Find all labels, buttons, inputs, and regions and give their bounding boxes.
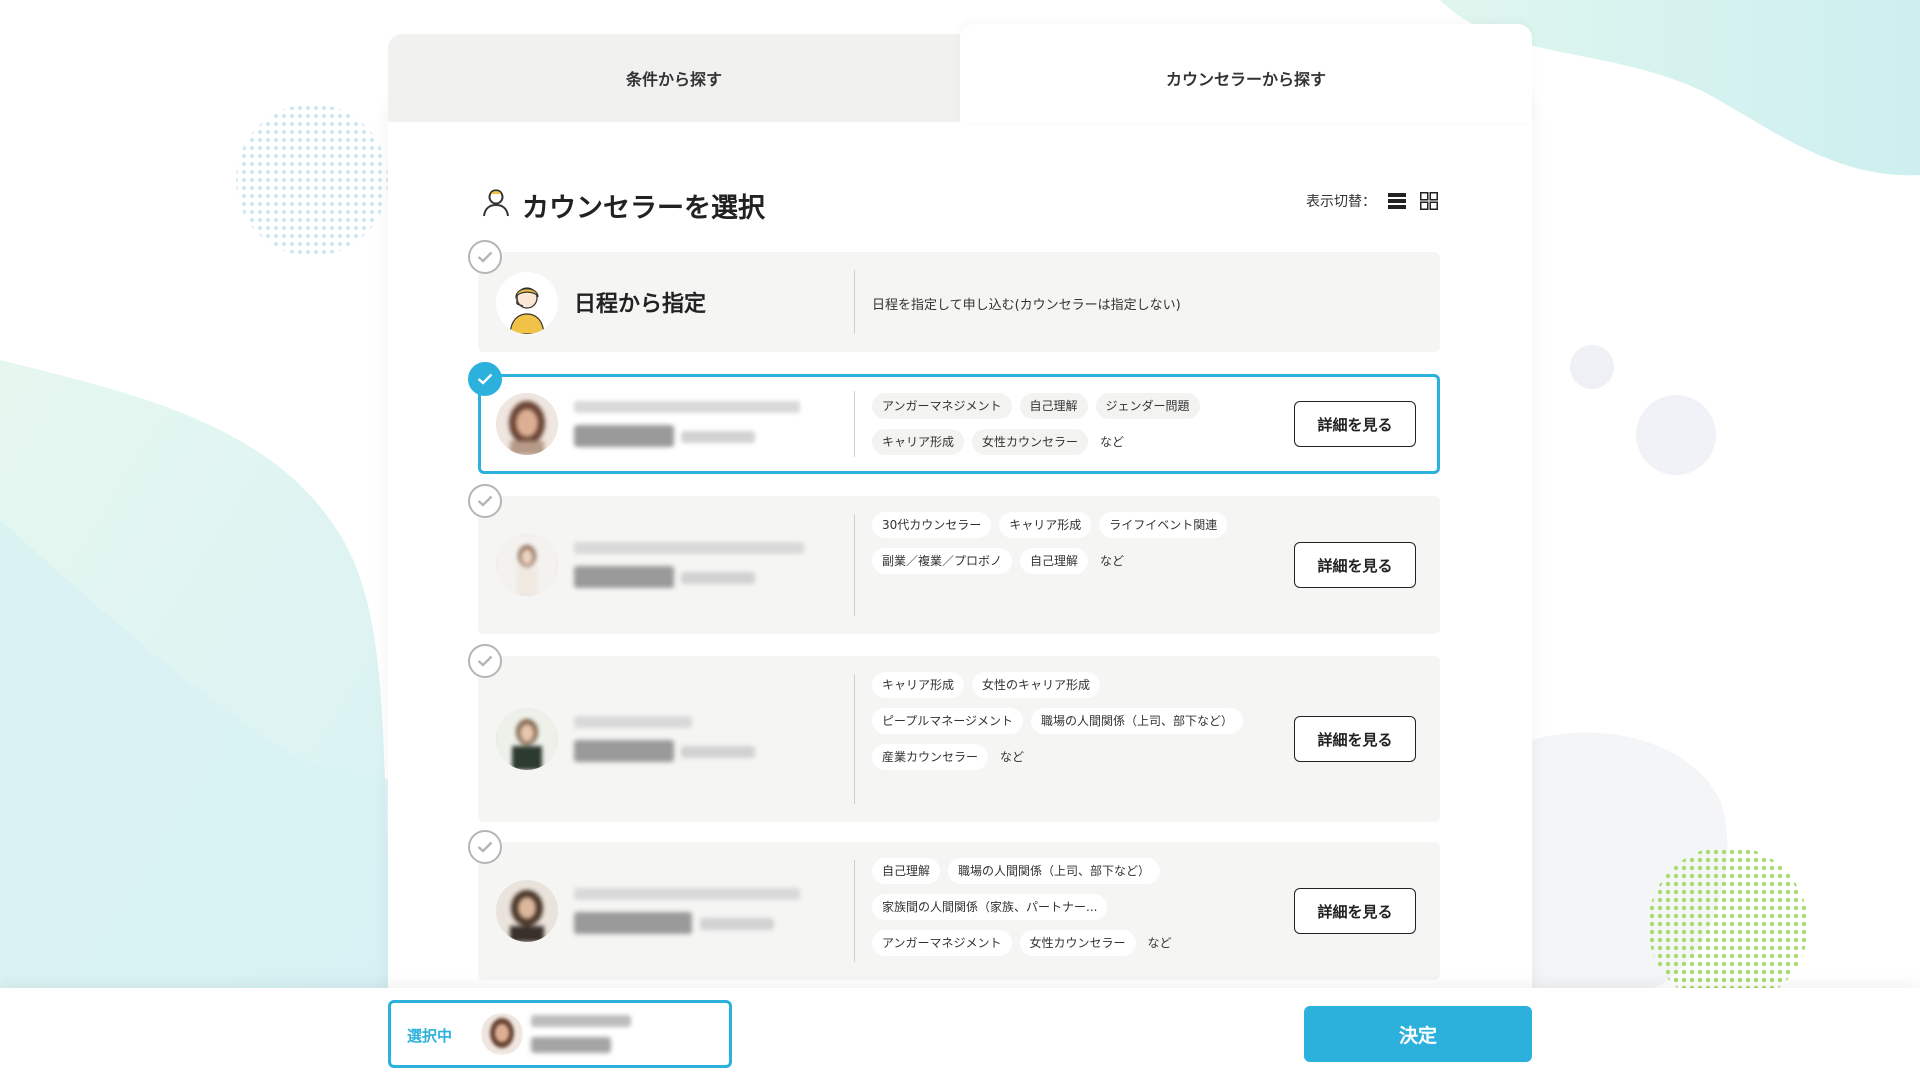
confirm-button[interactable]: 決定 — [1304, 1006, 1532, 1062]
counselor-subtitle-redacted — [574, 888, 800, 900]
counselor-card[interactable]: 30代カウンセラー キャリア形成 ライフイベント関連 副業／複業／プロボノ 自己… — [468, 484, 1440, 634]
tag-list: 自己理解 職場の人間関係（上司、部下など） 家族間の人間関係（家族、パートナー.… — [872, 858, 1232, 956]
counselor-avatar — [496, 534, 558, 596]
list-view-icon[interactable] — [1386, 190, 1408, 212]
tag: ジェンダー問題 — [1095, 393, 1200, 419]
counselor-kana-redacted — [681, 431, 755, 443]
tag: 産業カウンセラー — [872, 744, 989, 770]
counselor-avatar — [496, 708, 558, 770]
counselor-subtitle-redacted — [574, 401, 800, 413]
schedule-option-description: 日程を指定して申し込む(カウンセラーは指定しない) — [872, 298, 1181, 313]
counselor-illustration — [496, 272, 558, 334]
counselor-avatar — [496, 880, 558, 942]
card-divider — [854, 860, 855, 962]
check-icon[interactable] — [468, 240, 502, 274]
tag-list: アンガーマネジメント 自己理解 ジェンダー問題 キャリア形成 女性カウンセラー … — [872, 393, 1272, 455]
counselor-name-redacted — [574, 566, 674, 588]
counselor-name-redacted — [574, 912, 692, 934]
check-icon[interactable] — [468, 484, 502, 518]
counselor-avatar — [496, 393, 558, 455]
tag: 副業／複業／プロボノ — [872, 548, 1013, 574]
card-divider — [854, 514, 855, 616]
counselor-card[interactable]: アンガーマネジメント 自己理解 ジェンダー問題 キャリア形成 女性カウンセラー … — [468, 362, 1440, 474]
detail-button[interactable]: 詳細を見る — [1294, 542, 1416, 588]
card-divider — [854, 674, 855, 804]
tag: 女性カウンセラー — [1019, 930, 1136, 956]
tag: ライフイベント関連 — [1099, 512, 1228, 538]
card-divider — [854, 391, 855, 457]
detail-button[interactable]: 詳細を見る — [1294, 716, 1416, 762]
tab-by-condition[interactable]: 条件から探す — [388, 34, 960, 122]
tag: 職場の人間関係（上司、部下など） — [1031, 708, 1244, 734]
counselor-kana-redacted — [700, 918, 774, 930]
tag-more: など — [1147, 936, 1172, 950]
counselor-search-panel: カウンセラーを選択 表示切替： 日程から指定 日程を指定して申し込む(カウンセラ… — [388, 24, 1532, 1060]
tag: 自己理解 — [1020, 548, 1089, 574]
schedule-option-card[interactable]: 日程から指定 日程を指定して申し込む(カウンセラーは指定しない) — [468, 240, 1440, 352]
tag: 自己理解 — [1019, 393, 1088, 419]
tag: 女性のキャリア形成 — [972, 672, 1101, 698]
tag: ピープルマネージメント — [872, 708, 1024, 734]
counselor-kana-redacted — [681, 572, 755, 584]
counselor-subtitle-redacted — [574, 716, 692, 728]
tag: キャリア形成 — [872, 672, 965, 698]
selected-counselor-box: 選択中 — [388, 1000, 732, 1068]
counselor-card[interactable]: 自己理解 職場の人間関係（上司、部下など） 家族間の人間関係（家族、パートナー.… — [468, 830, 1440, 980]
section-title: カウンセラーを選択 — [522, 193, 765, 224]
selected-label: 選択中 — [407, 1027, 453, 1045]
tag: キャリア形成 — [999, 512, 1092, 538]
tag: アンガーマネジメント — [872, 930, 1012, 956]
counselor-card[interactable]: キャリア形成 女性のキャリア形成 ピープルマネージメント 職場の人間関係（上司、… — [468, 644, 1440, 822]
tab-bar: 条件から探す カウンセラーから探す — [388, 24, 1532, 122]
panel-body: カウンセラーを選択 表示切替： 日程から指定 日程を指定して申し込む(カウンセラ… — [388, 98, 1532, 1060]
selected-counselor-avatar — [481, 1013, 523, 1055]
selected-counselor-subtitle-redacted — [531, 1015, 631, 1027]
view-toggle-label: 表示切替： — [1306, 194, 1376, 210]
detail-button[interactable]: 詳細を見る — [1294, 401, 1416, 447]
tag: 自己理解 — [872, 858, 941, 884]
tag-more: など — [1000, 750, 1025, 764]
tag: キャリア形成 — [872, 429, 965, 455]
selected-counselor-name-redacted — [531, 1037, 611, 1053]
tag-list: キャリア形成 女性のキャリア形成 ピープルマネージメント 職場の人間関係（上司、… — [872, 672, 1252, 770]
tag: 家族間の人間関係（家族、パートナー... — [872, 894, 1108, 920]
counselor-subtitle-redacted — [574, 542, 804, 554]
tag-more: など — [1100, 435, 1125, 449]
check-icon[interactable] — [468, 362, 502, 396]
schedule-option-title: 日程から指定 — [574, 292, 707, 317]
tag: 職場の人間関係（上司、部下など） — [948, 858, 1161, 884]
card-divider — [854, 270, 855, 334]
counselor-name-redacted — [574, 740, 674, 762]
counselor-kana-redacted — [681, 746, 755, 758]
grid-view-icon[interactable] — [1418, 190, 1440, 212]
detail-button[interactable]: 詳細を見る — [1294, 888, 1416, 934]
tag: 女性カウンセラー — [972, 429, 1089, 455]
check-icon[interactable] — [468, 830, 502, 864]
tag-more: など — [1100, 554, 1125, 568]
counselor-name-redacted — [574, 425, 674, 447]
bottom-action-bar: 選択中 決定 — [0, 988, 1920, 1080]
section-header: カウンセラーを選択 表示切替： — [480, 180, 1440, 224]
tag: アンガーマネジメント — [872, 393, 1012, 419]
view-toggle: 表示切替： — [1306, 190, 1440, 212]
tag-list: 30代カウンセラー キャリア形成 ライフイベント関連 副業／複業／プロボノ 自己… — [872, 512, 1272, 574]
tab-by-counselor[interactable]: カウンセラーから探す — [960, 24, 1532, 122]
tag: 30代カウンセラー — [872, 512, 992, 538]
check-icon[interactable] — [468, 644, 502, 678]
person-icon — [483, 189, 509, 217]
